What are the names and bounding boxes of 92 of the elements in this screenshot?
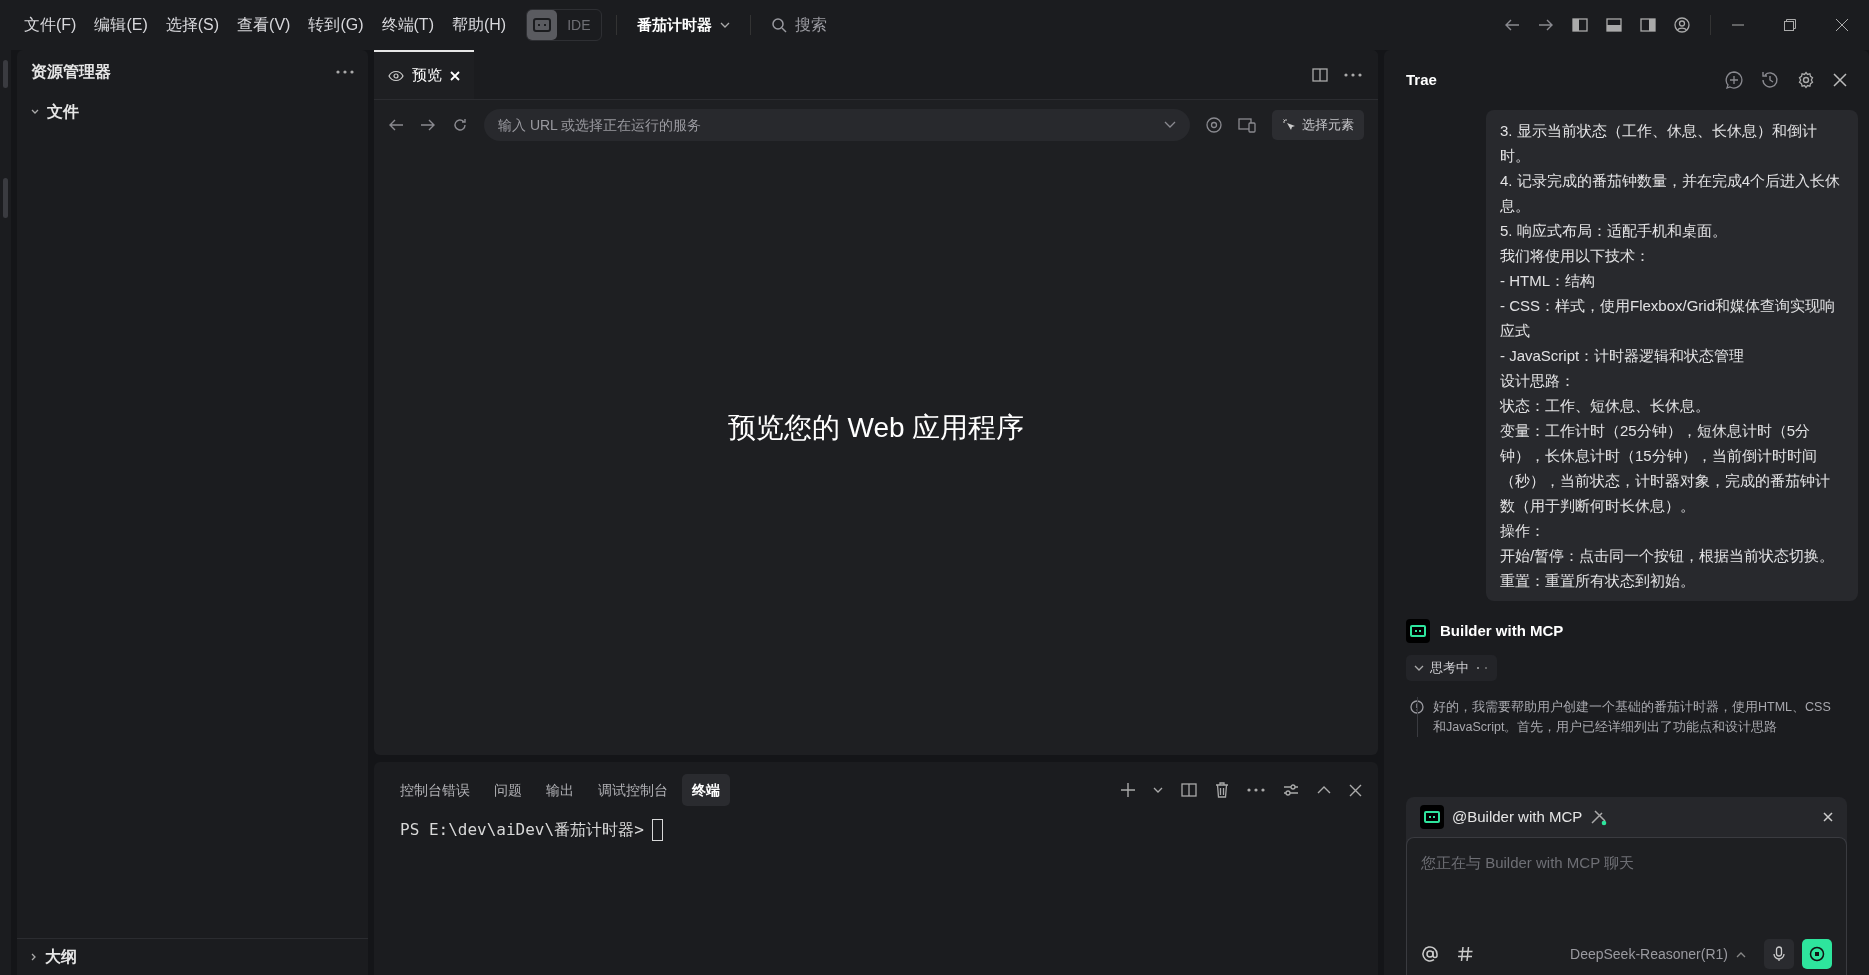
menu-item[interactable]: 终端(T) <box>373 13 442 37</box>
settings-icon[interactable] <box>1797 71 1815 89</box>
split-editor-icon[interactable] <box>1312 67 1328 82</box>
right-sidebar-icon[interactable] <box>1640 18 1656 32</box>
at-sign-icon[interactable] <box>1421 945 1439 963</box>
microphone-icon <box>1773 946 1785 962</box>
menu-item[interactable]: 编辑(E) <box>86 13 156 37</box>
message-line: 操作： <box>1500 521 1546 541</box>
message-line: 状态：工作、短休息、长休息。 <box>1500 396 1711 416</box>
message-line: 设计思路： <box>1500 371 1576 391</box>
bot-avatar-icon <box>1406 619 1430 643</box>
message-line: 5. 响应式布局：适配手机和桌面。 <box>1500 221 1728 241</box>
message-line: 重置：重置所有状态到初始。 <box>1500 571 1696 591</box>
scrollbar-thumb[interactable] <box>3 60 8 88</box>
message-line: - CSS：样式，使用Flexbox/Grid和媒体查询实现响应式 <box>1500 296 1837 341</box>
account-icon[interactable] <box>1674 17 1690 33</box>
terminal-prompt: PS E:\dev\aiDev\番茄计时器> <box>400 819 644 841</box>
trash-icon[interactable] <box>1215 782 1229 798</box>
menu-item[interactable]: 选择(S) <box>157 13 228 37</box>
panel-title: Trae <box>1406 69 1437 90</box>
compass-icon[interactable] <box>1206 117 1222 133</box>
chevron-down-icon <box>719 21 730 29</box>
reload-icon[interactable] <box>452 117 468 133</box>
url-field[interactable]: 输入 URL 或选择正在运行的服务 <box>484 109 1190 141</box>
model-selector[interactable]: DeepSeek-Reasoner(R1) <box>1570 943 1746 965</box>
panel-tab[interactable]: 调试控制台 <box>588 774 678 806</box>
cursor-click-icon <box>1282 118 1296 132</box>
message-line: 变量：工作计时（25分钟），短休息计时（5分钟），长休息计时（15分钟），当前倒计时时间（秒），当前状态，计时器对象，完成的番茄钟计数（用于判断何时长休息）。 <box>1500 421 1831 516</box>
chevron-down-icon[interactable] <box>1164 121 1176 129</box>
microphone-button[interactable] <box>1764 939 1794 969</box>
message-line: 开始/暂停：点击同一个按钮，根据当前状态切换。 <box>1500 546 1836 566</box>
panel-tab[interactable]: 问题 <box>484 774 532 806</box>
sliders-icon[interactable] <box>1283 783 1299 797</box>
close-icon[interactable] <box>1349 783 1362 797</box>
monitor-icon <box>527 10 558 40</box>
thinking-text: 好的，我需要帮助用户创建一个基础的番茄计时器，使用HTML、CSS和JavaScript。首先，用户已经详细列出了功能点和设计思路 <box>1417 697 1843 737</box>
agent-name: Builder with MCP <box>1440 620 1564 641</box>
menu-item[interactable]: 转到(G) <box>300 13 372 37</box>
chevron-up-icon <box>1736 950 1746 958</box>
menu-item[interactable]: 查看(V) <box>229 13 299 37</box>
more-icon[interactable] <box>336 70 354 74</box>
close-icon[interactable] <box>1833 73 1847 87</box>
devices-icon[interactable] <box>1238 117 1256 133</box>
panel-tab[interactable]: 控制台错误 <box>390 774 480 806</box>
chevron-down-icon <box>1414 664 1424 672</box>
left-sidebar-icon[interactable] <box>1572 18 1588 32</box>
agent-mention: @Builder with MCP <box>1452 806 1583 827</box>
section-header[interactable]: 文件 <box>17 94 93 130</box>
split-terminal-icon[interactable] <box>1181 783 1197 797</box>
plus-icon[interactable] <box>1121 783 1135 797</box>
chevron-right-icon <box>31 953 37 961</box>
chat-input-box[interactable]: 您正在与 Builder with MCP 聊天 DeepSeek-Reasoner(R1) <box>1406 837 1847 975</box>
scrollbar-thumb[interactable] <box>3 178 8 218</box>
panel-tab[interactable]: 输出 <box>536 774 584 806</box>
message-line: - HTML：结构 <box>1500 271 1596 291</box>
section-header[interactable]: 大纲 <box>17 939 91 975</box>
search-field[interactable]: 搜索 <box>794 13 915 37</box>
chevron-up-icon[interactable] <box>1317 786 1331 794</box>
preview-placeholder-text: 预览您的 Web 应用程序 <box>727 410 1025 445</box>
info-icon <box>1410 700 1424 714</box>
close-icon[interactable] <box>1835 18 1849 32</box>
message-line: 我们将使用以下技术： <box>1500 246 1651 266</box>
project-dropdown[interactable]: 番茄计时器 <box>630 13 736 37</box>
panel-title: 资源管理器 <box>31 62 111 82</box>
back-arrow-icon[interactable] <box>388 118 404 132</box>
forward-arrow-icon[interactable] <box>1538 18 1554 32</box>
menu-item[interactable]: 帮助(H) <box>443 13 515 37</box>
select-element-button[interactable]: 选择元素 <box>1272 110 1364 140</box>
restore-icon[interactable] <box>1783 18 1797 32</box>
history-icon[interactable] <box>1761 71 1779 89</box>
message-line: 3. 显示当前状态（工作、休息、长休息）和倒计时。 <box>1500 121 1818 166</box>
message-line: - JavaScript：计时器逻辑和状态管理 <box>1500 346 1746 366</box>
more-icon[interactable] <box>1344 72 1362 77</box>
forward-arrow-icon[interactable] <box>420 118 436 132</box>
more-icon[interactable] <box>1247 788 1265 792</box>
terminal-cursor <box>651 819 663 841</box>
bottom-panel-icon[interactable] <box>1606 18 1622 32</box>
chevron-down-icon[interactable] <box>1153 786 1163 794</box>
back-arrow-icon[interactable] <box>1504 18 1520 32</box>
panel-tab[interactable]: 终端 <box>682 774 730 806</box>
search-icon <box>770 17 787 33</box>
hash-icon[interactable] <box>1457 946 1473 962</box>
chevron-down-icon <box>31 109 39 115</box>
message-line: 4. 记录完成的番茄钟数量，并在完成4个后进入长休息。 <box>1500 171 1842 216</box>
stop-icon <box>1809 946 1825 962</box>
menu-item[interactable]: 文件(F) <box>16 13 85 37</box>
thinking-toggle[interactable]: 思考中 <box>1406 655 1497 681</box>
bot-avatar-icon <box>1420 805 1444 829</box>
eye-icon <box>388 69 404 82</box>
stop-button[interactable] <box>1802 939 1832 969</box>
close-icon[interactable] <box>1823 812 1833 822</box>
new-chat-icon[interactable] <box>1725 71 1743 89</box>
